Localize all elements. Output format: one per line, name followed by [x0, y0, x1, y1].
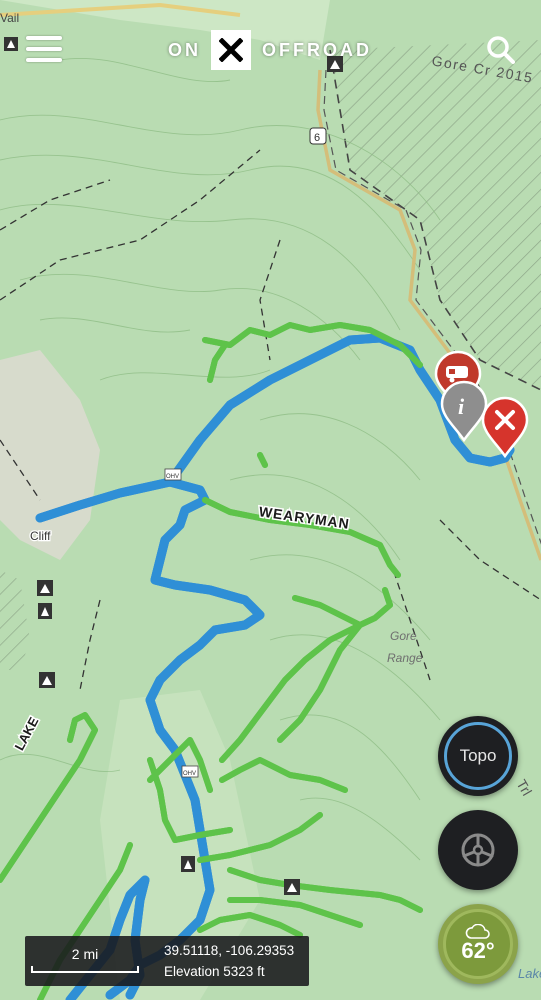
layer-toggle-button[interactable]: Topo — [438, 716, 518, 796]
svg-text:Range: Range — [387, 651, 423, 665]
layer-label: Topo — [459, 746, 497, 765]
search-icon — [487, 36, 515, 64]
lake-label: Lake — [518, 966, 541, 981]
info-icon: i — [458, 394, 465, 419]
steering-wheel-icon — [461, 833, 495, 867]
ohv-sign-2: OHV — [183, 771, 196, 777]
weather-badge: 62° — [443, 909, 513, 979]
search-button[interactable] — [486, 35, 516, 65]
elevation: Elevation 5323 ft — [164, 964, 265, 979]
map-info-bar: 2 mi 39.51118, -106.29353 Elevation 5323… — [25, 936, 309, 986]
range-label: Gore — [390, 629, 417, 643]
menu-icon — [26, 36, 62, 40]
menu-button[interactable] — [26, 36, 62, 64]
scale-bar — [31, 966, 139, 973]
route-shield: 6 — [314, 132, 320, 144]
app-header: ON OFFROAD — [0, 0, 541, 100]
coordinates: 39.51118, -106.29353 — [164, 943, 295, 958]
drive-mode-button[interactable] — [438, 810, 518, 890]
place-label-cliff: Cliff — [30, 529, 51, 543]
logo-x-icon — [211, 30, 251, 70]
logo-text-left: ON — [168, 39, 201, 60]
scale-label: 2 mi — [71, 946, 99, 962]
app-logo: ON OFFROAD — [168, 30, 372, 70]
logo-text-right: OFFROAD — [262, 39, 372, 60]
temperature: 62° — [461, 938, 495, 963]
ohv-sign-1: OHV — [166, 474, 179, 480]
weather-button[interactable]: 62° — [438, 904, 518, 984]
